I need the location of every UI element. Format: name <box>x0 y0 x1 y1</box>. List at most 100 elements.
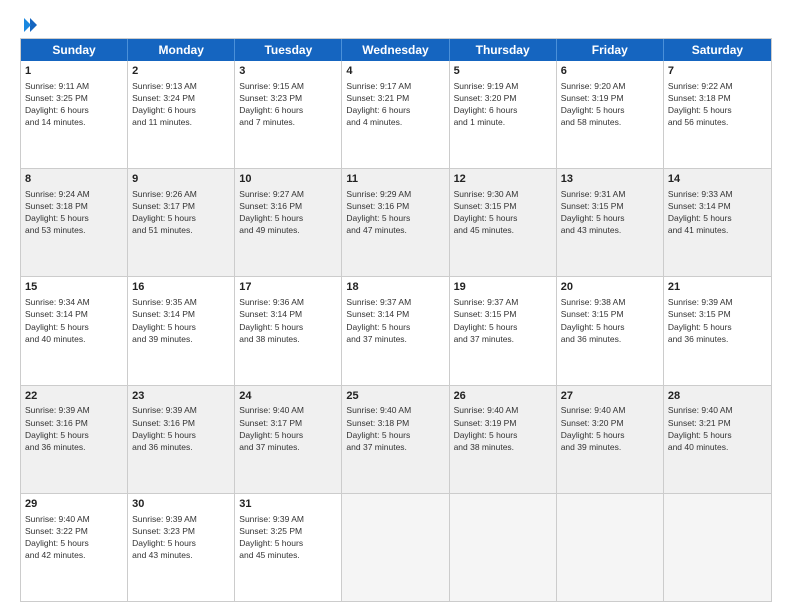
header-day: Wednesday <box>342 39 449 61</box>
logo-icon <box>21 16 39 34</box>
calendar-cell: 4 Sunrise: 9:17 AM Sunset: 3:21 PM Daylig… <box>342 61 449 168</box>
day-number: 4 <box>346 64 444 79</box>
calendar: SundayMondayTuesdayWednesdayThursdayFrid… <box>20 38 772 602</box>
header-day: Thursday <box>450 39 557 61</box>
header <box>20 16 772 30</box>
day-number: 2 <box>132 64 230 79</box>
day-number: 29 <box>25 497 123 512</box>
calendar-cell: 16 Sunrise: 9:35 AM Sunset: 3:14 PM Dayli… <box>128 277 235 384</box>
calendar-cell: 25Sunrise: 9:40 AM Sunset: 3:18 PM Dayli… <box>342 386 449 493</box>
header-day: Tuesday <box>235 39 342 61</box>
cell-content: Sunrise: 9:40 AM Sunset: 3:17 PM Dayligh… <box>239 405 304 451</box>
cell-content: Sunrise: 9:33 AM Sunset: 3:14 PM Dayligh… <box>668 189 733 235</box>
calendar-cell: 19 Sunrise: 9:37 AM Sunset: 3:15 PM Dayli… <box>450 277 557 384</box>
header-day: Saturday <box>664 39 771 61</box>
calendar-cell: 5 Sunrise: 9:19 AM Sunset: 3:20 PM Daylig… <box>450 61 557 168</box>
cell-content: Sunrise: 9:29 AM Sunset: 3:16 PM Dayligh… <box>346 189 411 235</box>
day-number: 12 <box>454 172 552 187</box>
calendar-cell: 28Sunrise: 9:40 AM Sunset: 3:21 PM Dayli… <box>664 386 771 493</box>
cell-content: Sunrise: 9:37 AM Sunset: 3:14 PM Dayligh… <box>346 297 411 343</box>
day-number: 13 <box>561 172 659 187</box>
day-number: 20 <box>561 280 659 295</box>
cell-content: Sunrise: 9:26 AM Sunset: 3:17 PM Dayligh… <box>132 189 197 235</box>
calendar-cell: 27Sunrise: 9:40 AM Sunset: 3:20 PM Dayli… <box>557 386 664 493</box>
calendar-cell <box>664 494 771 601</box>
cell-content: Sunrise: 9:34 AM Sunset: 3:14 PM Dayligh… <box>25 297 90 343</box>
cell-content: Sunrise: 9:27 AM Sunset: 3:16 PM Dayligh… <box>239 189 304 235</box>
calendar-cell: 8 Sunrise: 9:24 AM Sunset: 3:18 PM Daylig… <box>21 169 128 276</box>
cell-content: Sunrise: 9:11 AM Sunset: 3:25 PM Dayligh… <box>25 81 89 127</box>
cell-content: Sunrise: 9:39 AM Sunset: 3:16 PM Dayligh… <box>25 405 90 451</box>
calendar-cell: 17Sunrise: 9:36 AM Sunset: 3:14 PM Dayli… <box>235 277 342 384</box>
day-number: 23 <box>132 389 230 404</box>
cell-content: Sunrise: 9:22 AM Sunset: 3:18 PM Dayligh… <box>668 81 733 127</box>
cell-content: Sunrise: 9:39 AM Sunset: 3:23 PM Dayligh… <box>132 514 197 560</box>
day-number: 1 <box>25 64 123 79</box>
cell-content: Sunrise: 9:37 AM Sunset: 3:15 PM Dayligh… <box>454 297 519 343</box>
day-number: 22 <box>25 389 123 404</box>
calendar-cell <box>342 494 449 601</box>
calendar-row: 1 Sunrise: 9:11 AM Sunset: 3:25 PM Daylig… <box>21 61 771 169</box>
calendar-cell: 30Sunrise: 9:39 AM Sunset: 3:23 PM Dayli… <box>128 494 235 601</box>
cell-content: Sunrise: 9:15 AM Sunset: 3:23 PM Dayligh… <box>239 81 304 127</box>
calendar-row: 15 Sunrise: 9:34 AM Sunset: 3:14 PM Dayli… <box>21 277 771 385</box>
calendar-cell: 26Sunrise: 9:40 AM Sunset: 3:19 PM Dayli… <box>450 386 557 493</box>
day-number: 17 <box>239 280 337 295</box>
day-number: 6 <box>561 64 659 79</box>
cell-content: Sunrise: 9:30 AM Sunset: 3:15 PM Dayligh… <box>454 189 519 235</box>
calendar-cell: 10 Sunrise: 9:27 AM Sunset: 3:16 PM Dayli… <box>235 169 342 276</box>
calendar-cell: 24Sunrise: 9:40 AM Sunset: 3:17 PM Dayli… <box>235 386 342 493</box>
day-number: 15 <box>25 280 123 295</box>
calendar-cell: 12 Sunrise: 9:30 AM Sunset: 3:15 PM Dayli… <box>450 169 557 276</box>
calendar-cell: 21Sunrise: 9:39 AM Sunset: 3:15 PM Dayli… <box>664 277 771 384</box>
day-number: 31 <box>239 497 337 512</box>
cell-content: Sunrise: 9:38 AM Sunset: 3:15 PM Dayligh… <box>561 297 626 343</box>
calendar-cell: 6 Sunrise: 9:20 AM Sunset: 3:19 PM Daylig… <box>557 61 664 168</box>
day-number: 7 <box>668 64 767 79</box>
cell-content: Sunrise: 9:40 AM Sunset: 3:18 PM Dayligh… <box>346 405 411 451</box>
day-number: 25 <box>346 389 444 404</box>
calendar-header: SundayMondayTuesdayWednesdayThursdayFrid… <box>21 39 771 61</box>
calendar-cell: 22Sunrise: 9:39 AM Sunset: 3:16 PM Dayli… <box>21 386 128 493</box>
cell-content: Sunrise: 9:39 AM Sunset: 3:25 PM Dayligh… <box>239 514 304 560</box>
page: SundayMondayTuesdayWednesdayThursdayFrid… <box>0 0 792 612</box>
calendar-cell <box>450 494 557 601</box>
calendar-cell <box>557 494 664 601</box>
calendar-cell: 1 Sunrise: 9:11 AM Sunset: 3:25 PM Daylig… <box>21 61 128 168</box>
calendar-cell: 20 Sunrise: 9:38 AM Sunset: 3:15 PM Dayli… <box>557 277 664 384</box>
cell-content: Sunrise: 9:19 AM Sunset: 3:20 PM Dayligh… <box>454 81 519 127</box>
header-day: Sunday <box>21 39 128 61</box>
calendar-cell: 3Sunrise: 9:15 AM Sunset: 3:23 PM Daylig… <box>235 61 342 168</box>
cell-content: Sunrise: 9:35 AM Sunset: 3:14 PM Dayligh… <box>132 297 197 343</box>
day-number: 18 <box>346 280 444 295</box>
day-number: 8 <box>25 172 123 187</box>
calendar-cell: 2Sunrise: 9:13 AM Sunset: 3:24 PM Daylig… <box>128 61 235 168</box>
header-day: Monday <box>128 39 235 61</box>
calendar-cell: 29 Sunrise: 9:40 AM Sunset: 3:22 PM Dayli… <box>21 494 128 601</box>
logo <box>20 16 40 30</box>
cell-content: Sunrise: 9:24 AM Sunset: 3:18 PM Dayligh… <box>25 189 90 235</box>
day-number: 19 <box>454 280 552 295</box>
cell-content: Sunrise: 9:40 AM Sunset: 3:19 PM Dayligh… <box>454 405 519 451</box>
cell-content: Sunrise: 9:31 AM Sunset: 3:15 PM Dayligh… <box>561 189 626 235</box>
calendar-cell: 18 Sunrise: 9:37 AM Sunset: 3:14 PM Dayli… <box>342 277 449 384</box>
calendar-cell: 31 Sunrise: 9:39 AM Sunset: 3:25 PM Dayli… <box>235 494 342 601</box>
calendar-cell: 9Sunrise: 9:26 AM Sunset: 3:17 PM Daylig… <box>128 169 235 276</box>
cell-content: Sunrise: 9:17 AM Sunset: 3:21 PM Dayligh… <box>346 81 411 127</box>
day-number: 10 <box>239 172 337 187</box>
day-number: 11 <box>346 172 444 187</box>
day-number: 16 <box>132 280 230 295</box>
day-number: 5 <box>454 64 552 79</box>
calendar-body: 1 Sunrise: 9:11 AM Sunset: 3:25 PM Daylig… <box>21 61 771 601</box>
cell-content: Sunrise: 9:40 AM Sunset: 3:22 PM Dayligh… <box>25 514 90 560</box>
day-number: 14 <box>668 172 767 187</box>
calendar-cell: 11 Sunrise: 9:29 AM Sunset: 3:16 PM Dayli… <box>342 169 449 276</box>
day-number: 26 <box>454 389 552 404</box>
calendar-row: 29 Sunrise: 9:40 AM Sunset: 3:22 PM Dayli… <box>21 494 771 601</box>
cell-content: Sunrise: 9:39 AM Sunset: 3:15 PM Dayligh… <box>668 297 733 343</box>
cell-content: Sunrise: 9:20 AM Sunset: 3:19 PM Dayligh… <box>561 81 626 127</box>
calendar-cell: 14 Sunrise: 9:33 AM Sunset: 3:14 PM Dayli… <box>664 169 771 276</box>
cell-content: Sunrise: 9:40 AM Sunset: 3:20 PM Dayligh… <box>561 405 626 451</box>
calendar-cell: 15 Sunrise: 9:34 AM Sunset: 3:14 PM Dayli… <box>21 277 128 384</box>
day-number: 28 <box>668 389 767 404</box>
